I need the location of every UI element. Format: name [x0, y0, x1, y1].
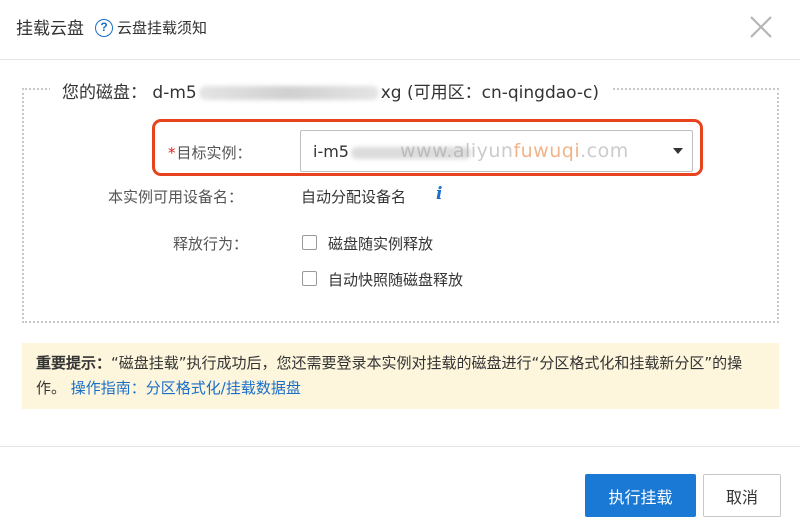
footer-divider	[0, 446, 800, 447]
release-with-instance-label[interactable]: 磁盘随实例释放	[328, 233, 433, 254]
redacted-disk-id	[198, 86, 379, 100]
release-with-instance-checkbox[interactable]	[302, 235, 317, 250]
watermark-part1: www.aliyun	[400, 140, 514, 162]
confirm-mount-button[interactable]: 执行挂载	[585, 474, 696, 517]
dialog-title: 挂载云盘	[16, 19, 84, 39]
question-circle-icon[interactable]: ?	[95, 19, 113, 37]
info-icon[interactable]: i	[436, 184, 442, 204]
watermark: www.aliyunfuwuqi.com	[400, 140, 629, 162]
notice-title: 重要提示：	[36, 354, 112, 372]
disk-label: 您的磁盘：	[62, 83, 147, 103]
help-link[interactable]: 云盘挂载须知	[117, 17, 207, 38]
disk-id-suffix: xg	[380, 83, 402, 103]
release-label: 释放行为：	[173, 235, 249, 253]
snapshot-release-checkbox[interactable]	[302, 271, 317, 286]
notice-box: 重要提示：“磁盘挂载”执行成功后，您还需要登录本实例对挂载的磁盘进行“分区格式化…	[22, 343, 779, 409]
guide-link[interactable]: 操作指南：分区格式化/挂载数据盘	[71, 379, 301, 397]
cancel-button[interactable]: 取消	[703, 474, 781, 517]
chevron-down-icon[interactable]	[673, 148, 683, 154]
disk-info: 您的磁盘： d-m5 xg (可用区：cn-qingdao-c)	[50, 78, 611, 103]
device-name-value: 自动分配设备名	[301, 188, 407, 206]
instance-id-prefix: i-m5	[313, 142, 349, 161]
snapshot-release-label[interactable]: 自动快照随磁盘释放	[328, 269, 463, 290]
header-divider	[0, 59, 800, 60]
disk-id-prefix: d-m5	[152, 83, 197, 103]
watermark-part2: fuwuqi	[513, 140, 581, 162]
disk-zone: (可用区：cn-qingdao-c)	[406, 83, 599, 103]
device-name-label: 本实例可用设备名：	[108, 188, 244, 206]
close-icon[interactable]	[744, 10, 778, 44]
watermark-part3: .com	[580, 140, 629, 162]
